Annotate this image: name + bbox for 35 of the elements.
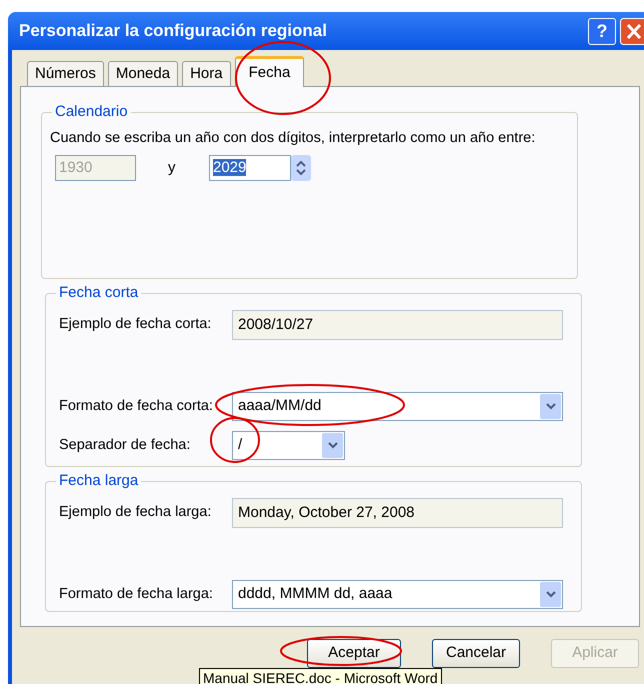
readonly-field: 2008/10/27 — [232, 310, 563, 340]
help-button[interactable]: ? — [588, 18, 616, 44]
dropdown[interactable]: dddd, MMMM dd, aaaa — [232, 580, 563, 609]
dropdown-value: dddd, MMMM dd, aaaa — [238, 584, 392, 604]
spinner-arrows-icon — [296, 159, 306, 177]
tab[interactable]: Fecha — [234, 56, 304, 87]
field-label: Ejemplo de fecha larga: — [59, 503, 212, 522]
dropdown[interactable]: aaaa/MM/dd — [232, 392, 563, 421]
field-label: Formato de fecha corta: — [59, 396, 214, 416]
close-icon[interactable] — [620, 18, 644, 44]
spinner-button[interactable] — [291, 155, 311, 181]
dropdown-value: aaaa/MM/dd — [238, 396, 322, 416]
field-label: Ejemplo de fecha corta: — [59, 315, 212, 334]
connector-text: y — [168, 158, 176, 178]
readonly-field: Monday, October 27, 2008 — [232, 498, 563, 528]
tooltip: Manual SIEREC.doc - Microsoft Word — [199, 668, 442, 684]
chevron-down-icon — [546, 403, 556, 410]
chevron-down-icon — [546, 591, 556, 598]
dropdown-button[interactable] — [322, 433, 343, 458]
field-label: Formato de fecha larga: — [59, 584, 214, 604]
dialog-button[interactable]: Aceptar — [307, 639, 401, 668]
description-text: Cuando se escriba un año con dos dígitos, interpretarlo como un año entre: — [50, 129, 536, 147]
chevron-down-icon — [328, 442, 338, 449]
field-label: Separador de fecha: — [59, 436, 192, 455]
tab[interactable]: Números — [27, 61, 104, 86]
tab[interactable]: Hora — [182, 61, 231, 86]
dropdown-value: / — [238, 435, 242, 456]
dialog-button[interactable]: Cancelar — [432, 639, 520, 668]
dropdown-button[interactable] — [540, 582, 561, 607]
tab[interactable]: Moneda — [108, 61, 178, 86]
year-field[interactable]: 2029 — [209, 155, 291, 181]
dropdown[interactable]: / — [232, 431, 345, 460]
group-title: Fecha larga — [56, 472, 142, 490]
window-title: Personalizar la configuración regional — [19, 20, 328, 42]
dropdown-button[interactable] — [540, 394, 561, 419]
